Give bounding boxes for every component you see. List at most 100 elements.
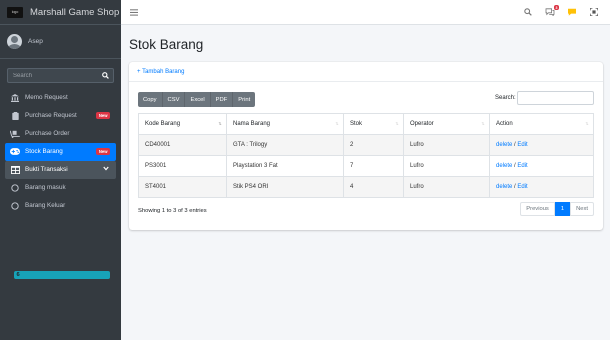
sort-icon: ↑↓ — [395, 121, 399, 127]
sort-icon: ↑↓ — [585, 121, 589, 127]
cell-action: delete / Edit — [489, 176, 594, 198]
brand-title: Marshall Game Shop — [30, 6, 120, 18]
gamepad-icon — [10, 148, 20, 156]
excel-button[interactable]: Excel — [185, 92, 211, 107]
comments-badge: 3 — [554, 5, 559, 10]
sidebar-search — [7, 68, 114, 83]
sidebar-item-barang-keluar[interactable]: Barang Keluar — [5, 197, 116, 215]
page-1-button[interactable]: 1 — [554, 202, 571, 216]
table-info: Showing 1 to 3 of 3 entries — [138, 208, 207, 214]
brand-link[interactable]: logo Marshall Game Shop — [0, 0, 121, 25]
user-panel[interactable]: Asep — [0, 25, 121, 59]
new-badge: New — [96, 112, 110, 119]
circle-icon — [10, 202, 20, 210]
pdf-button[interactable]: PDF — [210, 92, 234, 107]
table-row: PS3001 Playstation 3 Fat 7 Lufro delete … — [138, 155, 594, 177]
table-row: ST4001 Stik PS4 ORI 4 Lufro delete / Edi… — [138, 176, 594, 198]
brand-logo: logo — [7, 6, 23, 18]
sidebar-item-label: Stock Barang — [25, 148, 63, 156]
export-toolbar: Copy CSV Excel PDF Print — [138, 92, 256, 107]
sidebar-item-stock-barang[interactable]: Stock Barang New — [5, 143, 116, 161]
cell-operator: Lufro — [403, 155, 490, 177]
pagination: Previous 1 Next — [520, 202, 594, 216]
cell-action: delete / Edit — [489, 134, 594, 156]
csv-button[interactable]: CSV — [162, 92, 186, 107]
delete-link[interactable]: delete — [496, 184, 512, 190]
page-title: Stok Barang — [129, 37, 204, 52]
delete-link[interactable]: delete — [496, 163, 512, 169]
column-header-action[interactable]: Action ↑↓ — [489, 113, 594, 135]
sidebar-item-purchase-order[interactable]: Purchase Order 6 — [5, 125, 116, 279]
sidebar-item-label: Barang masuk — [25, 184, 66, 192]
sidebar-search-input[interactable] — [7, 68, 97, 83]
table-row: CD40001 GTA : Trilogy 2 Lufro delete / E… — [138, 134, 594, 156]
cell-nama: Stik PS4 ORI — [226, 176, 344, 198]
cell-kode: CD40001 — [138, 134, 227, 156]
table-icon — [10, 165, 20, 174]
count-badge: 6 — [14, 271, 110, 279]
cell-stok: 2 — [343, 134, 404, 156]
notifications-button[interactable] — [566, 6, 578, 18]
sidebar-item-purchase-request[interactable]: Purchase Request New — [5, 107, 116, 125]
chevron-down-icon — [103, 166, 109, 173]
cell-nama: Playstation 3 Fat — [226, 155, 344, 177]
clipboard-icon — [10, 111, 20, 120]
sidebar-item-label: Bukti Transaksi — [25, 166, 68, 174]
stock-table: Kode Barang ↑↓ Nama Barang ↑↓ Stok ↑↓ Opera… — [138, 113, 594, 198]
copy-button[interactable]: Copy — [138, 92, 163, 107]
new-badge: New — [96, 148, 110, 155]
navbar-right: 3 — [522, 5, 600, 18]
navbar-search-button[interactable] — [522, 6, 534, 18]
search-icon — [101, 72, 109, 79]
sidebar-item-label: Purchase Order — [25, 130, 70, 138]
edit-link[interactable]: Edit — [517, 142, 527, 148]
cell-kode: PS3001 — [138, 155, 227, 177]
sidebar-item-label: Barang Keluar — [25, 202, 66, 210]
sidebar-item-label: Memo Request — [25, 94, 68, 102]
cell-stok: 7 — [343, 155, 404, 177]
column-header-operator[interactable]: Operator ↑↓ — [403, 113, 490, 135]
add-item-link[interactable]: + Tambah Barang — [137, 69, 184, 75]
sidebar: logo Marshall Game Shop Asep Memo Reques… — [0, 0, 121, 340]
hamburger-menu-icon[interactable] — [130, 9, 138, 18]
sort-icon: ↑↓ — [335, 121, 339, 127]
table-search-input[interactable] — [517, 91, 594, 105]
user-name: Asep — [28, 38, 43, 45]
cell-operator: Lufro — [403, 134, 490, 156]
previous-page-button[interactable]: Previous — [520, 202, 555, 216]
search-icon — [524, 8, 532, 16]
table-search-label: Search: — [495, 95, 516, 101]
sidebar-search-button[interactable] — [97, 68, 114, 83]
next-page-button[interactable]: Next — [570, 202, 594, 216]
sidebar-nav: Memo Request Purchase Request New Purcha… — [0, 89, 121, 279]
column-header-kode-barang[interactable]: Kode Barang ↑↓ — [138, 113, 227, 135]
dolly-icon — [10, 130, 20, 138]
card-header: + Tambah Barang — [129, 62, 603, 82]
fullscreen-button[interactable] — [588, 6, 600, 18]
column-header-stok[interactable]: Stok ↑↓ — [343, 113, 404, 135]
edit-link[interactable]: Edit — [517, 184, 527, 190]
sort-icon: ↑↓ — [481, 121, 485, 127]
bank-icon — [10, 93, 20, 102]
sidebar-item-memo-request[interactable]: Memo Request — [5, 89, 116, 107]
cell-kode: ST4001 — [138, 176, 227, 198]
column-header-nama-barang[interactable]: Nama Barang ↑↓ — [226, 113, 344, 135]
delete-link[interactable]: delete — [496, 142, 512, 148]
avatar — [7, 34, 22, 49]
stock-card: + Tambah Barang Copy CSV Excel PDF Print… — [129, 62, 603, 230]
fullscreen-icon — [590, 8, 598, 16]
cell-nama: GTA : Trilogy — [226, 134, 344, 156]
sidebar-item-barang-masuk[interactable]: Barang masuk — [5, 179, 116, 197]
table-header-row: Kode Barang ↑↓ Nama Barang ↑↓ Stok ↑↓ Opera… — [138, 113, 594, 135]
sidebar-item-bukti-transaksi[interactable]: Bukti Transaksi — [5, 161, 116, 179]
cell-action: delete / Edit — [489, 155, 594, 177]
edit-link[interactable]: Edit — [517, 163, 527, 169]
comments-button[interactable]: 3 — [544, 5, 559, 18]
circle-icon — [10, 184, 20, 192]
sidebar-item-label: Purchase Request — [25, 112, 77, 120]
top-navbar: 3 — [121, 0, 610, 25]
chat-bubble-icon — [568, 8, 576, 16]
cell-stok: 4 — [343, 176, 404, 198]
print-button[interactable]: Print — [233, 92, 256, 107]
sort-icon: ↑↓ — [218, 121, 222, 127]
